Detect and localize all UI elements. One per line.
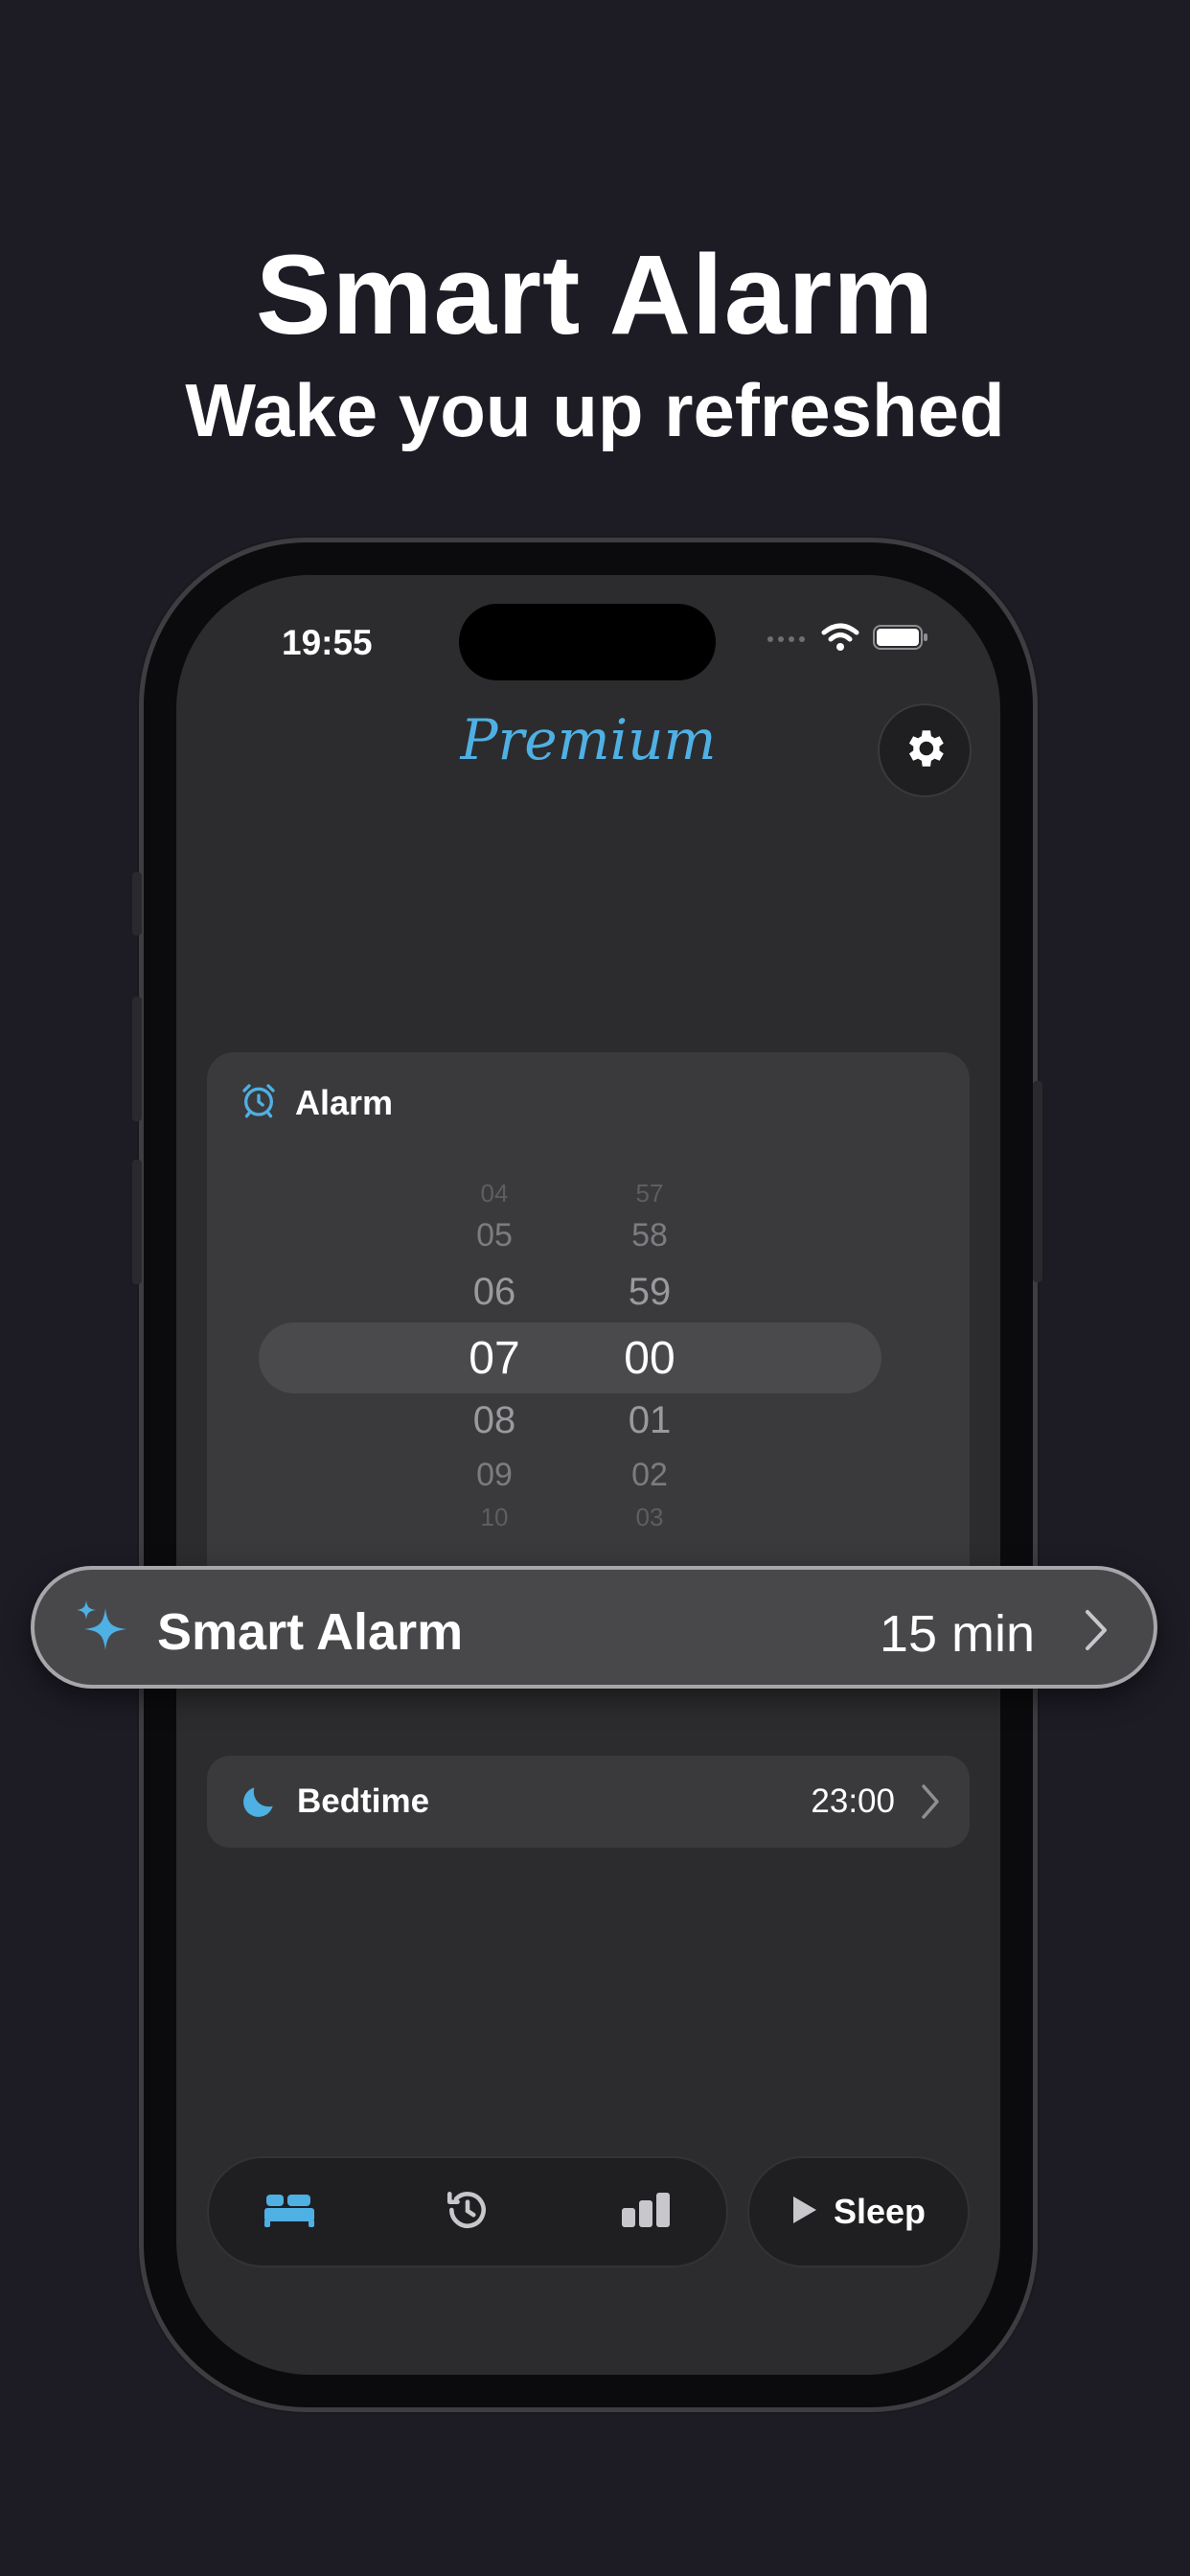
signal-icon xyxy=(766,632,808,649)
stats-icon xyxy=(620,2191,672,2234)
picker-option[interactable]: 58 xyxy=(592,1217,707,1254)
picker-selected-hour[interactable]: 07 xyxy=(437,1332,552,1385)
tab-stats[interactable] xyxy=(588,2158,703,2266)
smart-alarm-value: 15 min xyxy=(879,1605,1035,1663)
picker-selection-band xyxy=(259,1322,881,1393)
hero-title: Smart Alarm xyxy=(255,232,935,358)
sparkles-icon xyxy=(73,1598,132,1663)
phone-side-button xyxy=(1033,1081,1042,1282)
alarm-label: Alarm xyxy=(295,1082,394,1122)
history-icon xyxy=(444,2186,492,2239)
picker-option[interactable]: 05 xyxy=(437,1217,552,1254)
settings-button[interactable] xyxy=(878,703,972,797)
phone-side-button xyxy=(132,1160,142,1284)
picker-option[interactable]: 57 xyxy=(592,1179,707,1208)
picker-selected-minute[interactable]: 00 xyxy=(592,1332,707,1385)
play-icon xyxy=(791,2195,818,2230)
tab-history[interactable] xyxy=(410,2158,525,2266)
tab-bar xyxy=(207,2156,728,2267)
alarm-header: Alarm xyxy=(240,1081,393,1124)
sleep-button[interactable]: Sleep xyxy=(747,2156,970,2267)
phone-screen: 19:55 Premium Alarm 04 05 06 07 08 09 10… xyxy=(176,575,1000,2375)
picker-option[interactable]: 10 xyxy=(437,1503,552,1532)
picker-option[interactable]: 03 xyxy=(592,1503,707,1532)
dynamic-island xyxy=(459,604,716,680)
picker-option[interactable]: 59 xyxy=(592,1271,707,1314)
bedtime-value: 23:00 xyxy=(811,1782,895,1820)
alarm-card: Alarm 04 05 06 07 08 09 10 57 58 59 00 0… xyxy=(207,1052,970,1589)
bedtime-row[interactable]: Bedtime 23:00 xyxy=(207,1756,970,1848)
picker-option[interactable]: 08 xyxy=(437,1399,552,1442)
picker-option[interactable]: 02 xyxy=(592,1457,707,1494)
phone-side-button xyxy=(132,872,142,935)
chevron-right-icon xyxy=(1083,1608,1110,1657)
wifi-icon xyxy=(821,623,859,656)
picker-option[interactable]: 01 xyxy=(592,1399,707,1442)
hero-subtitle: Wake you up refreshed xyxy=(185,368,1005,452)
smart-alarm-label: Smart Alarm xyxy=(157,1603,464,1661)
picker-option[interactable]: 04 xyxy=(437,1179,552,1208)
bedtime-label: Bedtime xyxy=(297,1782,430,1820)
sleep-label: Sleep xyxy=(833,2192,927,2231)
moon-icon xyxy=(238,1781,280,1828)
tab-bed[interactable] xyxy=(232,2158,347,2266)
phone-side-button xyxy=(132,997,142,1121)
picker-option[interactable]: 09 xyxy=(437,1457,552,1494)
status-icons xyxy=(766,623,928,656)
alarm-clock-icon xyxy=(240,1081,278,1124)
gear-icon xyxy=(901,724,949,777)
chevron-right-icon xyxy=(920,1782,941,1826)
status-time: 19:55 xyxy=(282,623,373,662)
bed-icon xyxy=(263,2191,316,2234)
smart-alarm-row[interactable]: Smart Alarm 15 min xyxy=(31,1566,1157,1689)
hour-picker[interactable]: 04 05 06 07 08 09 10 xyxy=(437,1052,552,1589)
picker-option[interactable]: 06 xyxy=(437,1271,552,1314)
premium-logo[interactable]: Premium xyxy=(176,707,1000,772)
minute-picker[interactable]: 57 58 59 00 01 02 03 xyxy=(592,1052,707,1589)
battery-icon xyxy=(873,624,928,656)
